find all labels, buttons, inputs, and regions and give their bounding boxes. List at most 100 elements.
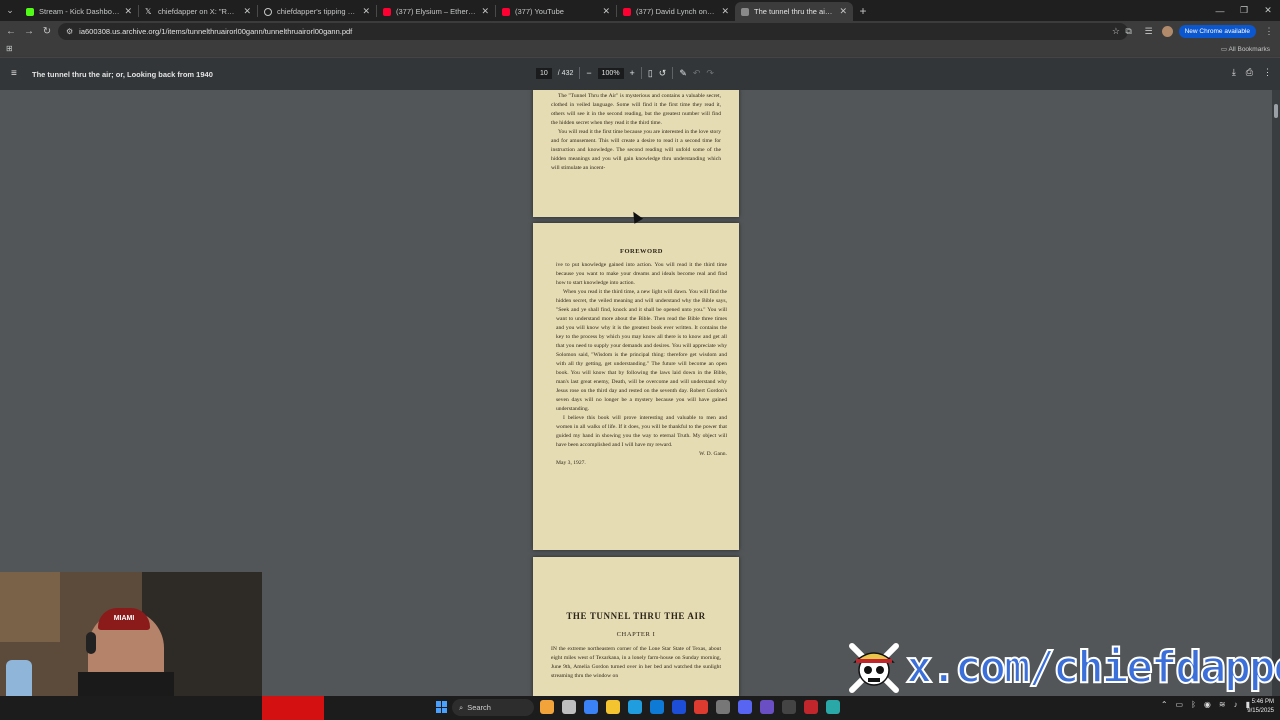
tray-icon[interactable]: ▭ <box>1176 700 1184 709</box>
taskbar-search[interactable]: ⌕ Search <box>452 699 534 716</box>
youtube-icon <box>383 7 391 16</box>
back-arrow-icon[interactable]: ← <box>2 23 20 41</box>
app-icon[interactable] <box>760 700 774 714</box>
foreword-date: May 3, 1927. <box>556 460 586 466</box>
globe-icon <box>264 7 272 16</box>
apps-grid-icon[interactable]: ⊞ <box>6 44 13 53</box>
pdf-controls: 10 / 432 − 100% + ▯ ↺ ✎ ↶ ↷ <box>536 67 714 79</box>
download-icon[interactable]: ⤓ <box>1232 67 1236 78</box>
chevron-up-icon[interactable]: ⌃ <box>1161 700 1168 709</box>
tray-icon[interactable]: ◉ <box>1204 700 1211 709</box>
close-icon[interactable]: ✕ <box>721 6 729 17</box>
minimize-icon[interactable]: — <box>1208 0 1232 21</box>
redo-icon[interactable]: ↷ <box>706 68 714 79</box>
pdf-actions: ⤓ ⎙ ⋮ <box>1232 67 1272 78</box>
water-bottle <box>6 660 32 696</box>
fit-page-icon[interactable]: ▯ <box>648 68 653 79</box>
zoom-in-icon[interactable]: + <box>630 68 635 78</box>
straw-hat-skull-icon <box>849 643 899 693</box>
zoom-input[interactable]: 100% <box>597 67 624 79</box>
close-icon[interactable]: ✕ <box>602 6 610 17</box>
x-icon: 𝕏 <box>145 6 152 16</box>
tab-tipping-page[interactable]: chiefdapper's tipping page ✕ <box>258 2 376 21</box>
print-icon[interactable]: ⎙ <box>1246 67 1253 78</box>
chapter-title: THE TUNNEL THRU THE AIR <box>566 611 706 621</box>
forward-arrow-icon[interactable]: → <box>20 23 38 41</box>
word-icon[interactable] <box>672 700 686 714</box>
author-signature: W. D. Gann. <box>699 451 727 457</box>
rotate-icon[interactable]: ↺ <box>659 68 667 79</box>
close-window-icon[interactable]: ✕ <box>1256 0 1280 21</box>
edge-icon[interactable] <box>628 700 642 714</box>
viewer-scrollbar[interactable] <box>1272 90 1280 696</box>
tab-youtube-elysium[interactable]: (377) Elysium – Ethereal Fantas ✕ <box>377 2 495 21</box>
volume-icon[interactable]: ♪ <box>1234 700 1238 709</box>
bluetooth-icon[interactable]: ᛒ <box>1191 700 1196 709</box>
chrome-icon[interactable] <box>694 700 708 714</box>
chapter-number: CHAPTER I <box>616 631 656 638</box>
extensions-icon[interactable]: ⧉ <box>1122 25 1136 39</box>
background-shelf <box>0 572 60 642</box>
profile-avatar[interactable] <box>1161 26 1173 37</box>
tab-strip: ⌄ Stream - Kick Dashboard ✕ 𝕏 chiefdappe… <box>0 0 1280 21</box>
store-icon[interactable] <box>650 700 664 714</box>
app-icon[interactable] <box>826 700 840 714</box>
app-icon[interactable] <box>804 700 818 714</box>
page-paragraph: When you read it the third time, a new l… <box>556 289 727 412</box>
zoom-out-icon[interactable]: − <box>586 68 591 78</box>
windows-start-icon[interactable] <box>436 701 448 713</box>
tab-search-icon[interactable]: ⌄ <box>0 0 20 21</box>
page-number-input[interactable]: 10 <box>536 67 552 79</box>
reload-icon[interactable]: ↻ <box>38 23 56 41</box>
streamer-cap: MIAMI <box>98 608 150 630</box>
app-icon[interactable] <box>716 700 730 714</box>
site-info-icon[interactable]: ⚙ <box>66 27 73 36</box>
tab-kick-dashboard[interactable]: Stream - Kick Dashboard ✕ <box>20 2 138 21</box>
tab-youtube-david-lynch[interactable]: (377) David Lynch on Consciou ✕ <box>617 2 735 21</box>
scroll-thumb[interactable] <box>1274 104 1278 118</box>
discord-icon[interactable] <box>738 700 752 714</box>
system-tray: ⌃ ▭ ᛒ ◉ ≋ ♪ ▮ <box>1161 700 1250 709</box>
headset-icon <box>86 632 96 654</box>
streamer-shirt <box>78 672 174 696</box>
task-view-icon[interactable] <box>562 700 576 714</box>
tab-tunnel-thru-air[interactable]: The tunnel thru the air; or, Lool ✕ <box>735 2 853 21</box>
close-icon[interactable]: ✕ <box>481 6 489 17</box>
widgets-icon[interactable] <box>540 700 554 714</box>
file-explorer-icon[interactable] <box>606 700 620 714</box>
all-bookmarks-button[interactable]: ▭ All Bookmarks <box>1221 45 1270 53</box>
address-bar[interactable]: ⚙ ia600308.us.archive.org/1/items/tunnel… <box>58 23 1128 40</box>
window-controls: — ❐ ✕ <box>1208 0 1280 21</box>
tab-x-post[interactable]: 𝕏 chiefdapper on X: "RT @Biblevi ✕ <box>139 2 257 21</box>
update-chrome-button[interactable]: New Chrome available <box>1178 25 1256 38</box>
close-icon[interactable]: ✕ <box>124 6 132 17</box>
undo-icon[interactable]: ↶ <box>693 68 701 79</box>
page-paragraph: I believe this book will prove interesti… <box>556 415 727 448</box>
obs-icon[interactable] <box>782 700 796 714</box>
youtube-icon <box>623 7 631 16</box>
new-tab-button[interactable]: + <box>853 0 873 21</box>
browser-toolbar: ← → ↻ ⚙ ia600308.us.archive.org/1/items/… <box>0 21 1280 42</box>
bookmark-star-icon[interactable]: ☆ <box>1112 26 1120 37</box>
wifi-icon[interactable]: ≋ <box>1219 700 1226 709</box>
close-icon[interactable]: ✕ <box>362 6 370 17</box>
pdf-page: FOREWORD ive to put knowledge gained int… <box>533 223 739 550</box>
more-options-icon[interactable]: ⋮ <box>1263 67 1272 78</box>
pdf-page: The "Tunnel Thru the Air" is mysterious … <box>533 90 739 217</box>
document-icon <box>741 7 749 16</box>
taskbar-clock[interactable]: 5:46 PM 9/15/2025 <box>1247 698 1274 716</box>
toolbar-right: ⧉ ☰ New Chrome available ⋮ <box>1122 23 1276 40</box>
media-controls-icon[interactable]: ☰ <box>1142 25 1156 39</box>
maximize-icon[interactable]: ❐ <box>1232 0 1256 21</box>
bookmarks-bar: ⊞ ▭ All Bookmarks <box>0 42 1280 58</box>
tab-youtube[interactable]: (377) YouTube ✕ <box>496 2 616 21</box>
pdf-toolbar: ≡ The tunnel thru the air; or, Looking b… <box>0 58 1280 90</box>
copilot-icon[interactable] <box>584 700 598 714</box>
close-icon[interactable]: ✕ <box>839 6 847 17</box>
menu-kebab-icon[interactable]: ⋮ <box>1262 25 1276 39</box>
brand-text: x.com/chiefdapper <box>905 642 1280 694</box>
annotate-pen-icon[interactable]: ✎ <box>679 68 687 79</box>
close-icon[interactable]: ✕ <box>243 6 251 17</box>
page-paragraph: IN the extreme northeastern corner of th… <box>551 646 721 679</box>
hamburger-menu-icon[interactable]: ≡ <box>11 68 17 79</box>
